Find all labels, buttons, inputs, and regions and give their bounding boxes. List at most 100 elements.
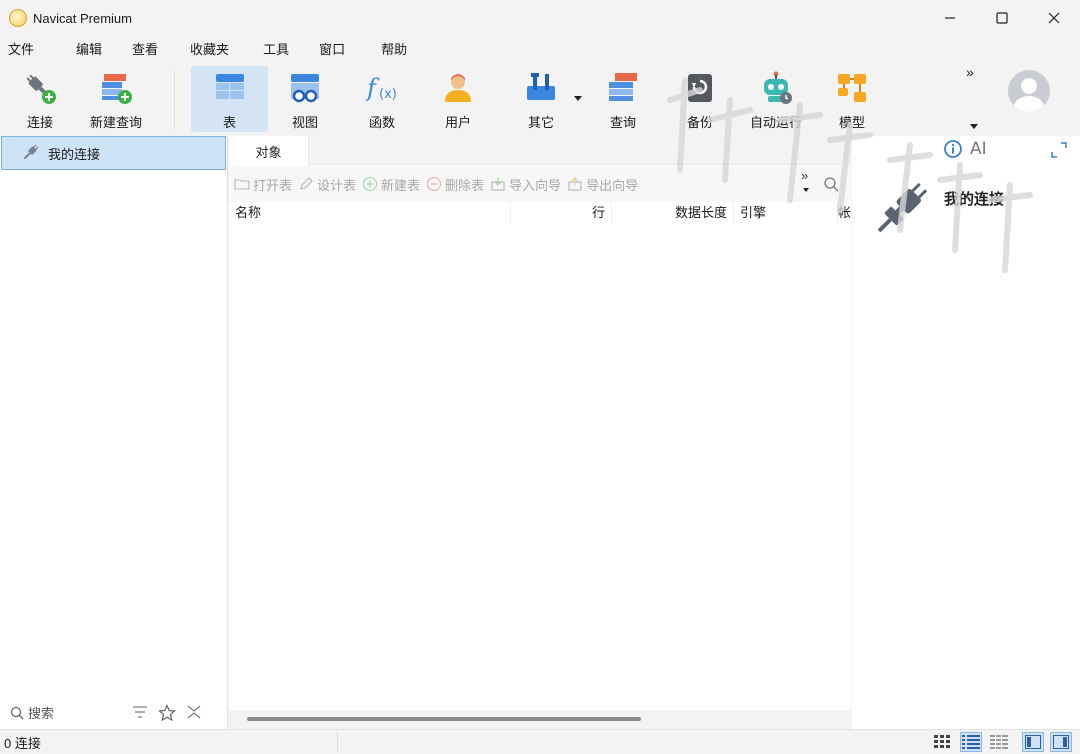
new-table-button[interactable]: 新建表 xyxy=(362,175,420,194)
toolbar-new-query-button[interactable]: 新建查询 xyxy=(84,66,148,132)
objects-toolbar-more-button[interactable]: » xyxy=(801,168,808,183)
view-mode-switcher xyxy=(932,732,1072,752)
delete-table-button[interactable]: 删除表 xyxy=(426,175,484,194)
design-table-label: 设计表 xyxy=(317,177,357,193)
menu-help[interactable]: 帮助 xyxy=(381,36,407,64)
objects-horizontal-scrollbar[interactable] xyxy=(229,710,851,729)
toolbar-connect-button[interactable]: 连接 xyxy=(14,66,66,132)
connection-tree-item-label: 我的连接 xyxy=(48,146,101,162)
toolbar-model-button[interactable]: 模型 xyxy=(832,66,872,132)
toolbar-separator xyxy=(174,70,175,130)
others-dropdown-icon[interactable] xyxy=(574,96,582,102)
toolbar-user-button[interactable]: 用户 xyxy=(438,66,478,132)
connection-plug-icon xyxy=(877,182,928,233)
scrollbar-thumb[interactable] xyxy=(247,717,641,721)
tab-objects[interactable]: 对象 xyxy=(229,136,309,166)
new-table-label: 新建表 xyxy=(381,177,421,193)
user-avatar[interactable] xyxy=(1008,70,1050,112)
delete-table-label: 删除表 xyxy=(445,177,485,193)
connection-search-input[interactable]: 搜索 xyxy=(28,703,54,722)
table-icon xyxy=(212,70,248,106)
maximize-icon xyxy=(996,12,1008,24)
toolbar-backup-button[interactable]: 备份 xyxy=(680,66,720,132)
column-header-engine[interactable]: 引擎 xyxy=(734,202,838,224)
toolbar-query-label: 查询 xyxy=(609,115,636,130)
connection-tree-item-my-connections[interactable]: 我的连接 xyxy=(1,136,226,170)
navicat-logo-icon xyxy=(9,9,27,27)
toggle-right-pane-button[interactable] xyxy=(1050,732,1072,752)
objects-toolbar: 打开表 设计表 新建表 删除表 导入向导 导出向导 » xyxy=(229,166,851,202)
status-bar: 0 连接 xyxy=(0,729,1080,754)
toolbar-function-button[interactable]: f (x) 函数 xyxy=(361,66,403,132)
export-icon xyxy=(568,177,582,191)
toolbar-others-label: 其它 xyxy=(527,115,554,130)
close-button[interactable] xyxy=(1028,0,1080,36)
star-icon[interactable] xyxy=(158,704,176,722)
info-icon[interactable] xyxy=(944,140,962,158)
toolbar-table-label: 表 xyxy=(222,115,236,130)
toggle-left-pane-button[interactable] xyxy=(1022,732,1044,752)
grid-view-button[interactable] xyxy=(932,732,954,752)
search-icon[interactable] xyxy=(823,176,839,192)
menu-tools[interactable]: 工具 xyxy=(263,36,289,64)
svg-text:f: f xyxy=(365,74,380,102)
list-view-button[interactable] xyxy=(960,732,982,752)
export-wizard-button[interactable]: 导出向导 xyxy=(567,175,638,194)
menu-window[interactable]: 窗口 xyxy=(319,36,345,64)
status-separator xyxy=(337,732,338,752)
import-wizard-button[interactable]: 导入向导 xyxy=(490,175,561,194)
toolbar-more-button[interactable]: » xyxy=(966,64,974,80)
toolbar-others-button[interactable]: 其它 xyxy=(520,66,562,132)
user-icon xyxy=(440,70,476,106)
menu-file[interactable]: 文件 xyxy=(0,36,42,64)
export-wizard-label: 导出向导 xyxy=(586,177,639,193)
window-controls xyxy=(924,0,1080,36)
objects-panel: 对象 打开表 设计表 新建表 删除表 导入向导 导出向导 » 名称 行 数据长度… xyxy=(229,136,851,729)
column-header-name[interactable]: 名称 xyxy=(229,202,511,224)
objects-tabstrip: 对象 xyxy=(229,136,851,166)
main-toolbar: 连接 新建查询 表 视图 f (x) 函数 用户 其它 查询 备份 自动运行 模… xyxy=(0,64,1080,136)
objects-grid-header: 名称 行 数据长度 引擎 帐 xyxy=(229,202,851,224)
toolbar-backup-label: 备份 xyxy=(686,115,713,130)
objects-toolbar-more-dropdown-icon[interactable] xyxy=(803,188,809,193)
connection-tree-panel: 我的连接 搜索 xyxy=(0,136,228,729)
menu-edit[interactable]: 编辑 xyxy=(76,36,102,64)
remove-circle-icon xyxy=(426,176,442,192)
filter-icon[interactable] xyxy=(132,704,148,720)
detail-view-button[interactable] xyxy=(988,732,1010,752)
menu-view[interactable]: 查看 xyxy=(132,36,158,64)
ai-button[interactable]: AI xyxy=(970,139,987,159)
search-icon xyxy=(10,706,24,719)
svg-text:(x): (x) xyxy=(379,87,397,102)
connection-count-status: 0 连接 xyxy=(4,735,41,751)
open-table-button[interactable]: 打开表 xyxy=(234,175,292,194)
backup-icon xyxy=(682,70,718,106)
avatar-body-icon xyxy=(1014,96,1044,112)
view-icon xyxy=(287,70,323,106)
window-title: Navicat Premium xyxy=(33,10,132,26)
add-circle-icon xyxy=(362,176,378,192)
column-header-extra[interactable]: 帐 xyxy=(838,202,851,224)
toolbar-view-button[interactable]: 视图 xyxy=(285,66,325,132)
robot-icon xyxy=(758,70,794,106)
model-icon xyxy=(834,70,870,106)
maximize-button[interactable] xyxy=(976,0,1028,36)
column-header-rows[interactable]: 行 xyxy=(511,202,612,224)
connection-search-bar[interactable]: 搜索 xyxy=(0,696,228,729)
avatar-head-icon xyxy=(1021,78,1037,94)
minimize-button[interactable] xyxy=(924,0,976,36)
import-icon xyxy=(491,177,505,191)
collapse-icon[interactable] xyxy=(186,704,202,720)
new-query-icon xyxy=(98,70,134,106)
toolbar-user-label: 用户 xyxy=(444,115,471,130)
toolbar-connect-label: 连接 xyxy=(26,115,53,130)
toolbar-query-button[interactable]: 查询 xyxy=(603,66,643,132)
column-header-data-length[interactable]: 数据长度 xyxy=(612,202,734,224)
open-table-label: 打开表 xyxy=(253,177,293,193)
expand-icon[interactable] xyxy=(1051,142,1067,158)
menu-favorites[interactable]: 收藏夹 xyxy=(190,36,229,64)
toolbar-automation-button[interactable]: 自动运行 xyxy=(746,66,806,132)
design-table-button[interactable]: 设计表 xyxy=(298,175,356,194)
toolbar-table-button[interactable]: 表 xyxy=(191,66,268,132)
toolbar-more-dropdown-icon[interactable] xyxy=(970,124,978,130)
